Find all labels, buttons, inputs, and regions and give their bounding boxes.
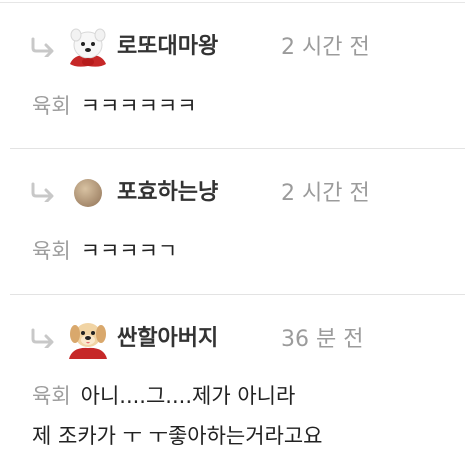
comment-text: ㅋㅋㅋㅋㅋㅋ	[80, 94, 197, 118]
comment-nickname[interactable]: 포효하는냥	[117, 179, 218, 207]
comment-item: 포효하는냥 2 시간 전 육회 ㅋㅋㅋㅋㄱ	[0, 149, 465, 294]
brown-circle-avatar-icon[interactable]	[64, 169, 112, 217]
mention-tag[interactable]: 육회	[32, 239, 71, 263]
reply-arrow-icon	[31, 182, 54, 202]
comment-body: 육회 ㅋㅋㅋㅋㅋㅋ	[32, 92, 197, 120]
comment-time: 2 시간 전	[281, 35, 370, 60]
comment-item: 로또대마왕 2 시간 전 육회 ㅋㅋㅋㅋㅋㅋ	[0, 0, 465, 148]
comment-time: 36 분 전	[281, 327, 364, 352]
reply-arrow-icon	[31, 37, 54, 57]
comment-body: 육회 ㅋㅋㅋㅋㄱ	[32, 237, 177, 265]
mention-tag[interactable]: 육회	[32, 94, 71, 118]
reply-arrow-icon	[31, 328, 54, 348]
comment-item: 싼할아버지 36 분 전 육회 아니....그....제가 아니라 제 조카가 ㅜ…	[0, 295, 465, 470]
comment-text: 아니....그....제가 아니라	[80, 384, 296, 408]
comment-nickname[interactable]: 로또대마왕	[117, 33, 218, 61]
comment-body: 육회 아니....그....제가 아니라	[32, 382, 295, 410]
puppy-avatar-icon[interactable]	[64, 315, 112, 363]
white-dog-avatar-icon[interactable]	[64, 24, 112, 72]
mention-tag[interactable]: 육회	[32, 384, 71, 408]
comment-time: 2 시간 전	[281, 181, 370, 206]
comment-text: ㅋㅋㅋㅋㄱ	[80, 239, 178, 263]
comment-body-line-2: 제 조카가 ㅜ ㅜ좋아하는거라고요	[32, 424, 323, 448]
comment-nickname[interactable]: 싼할아버지	[117, 325, 218, 353]
